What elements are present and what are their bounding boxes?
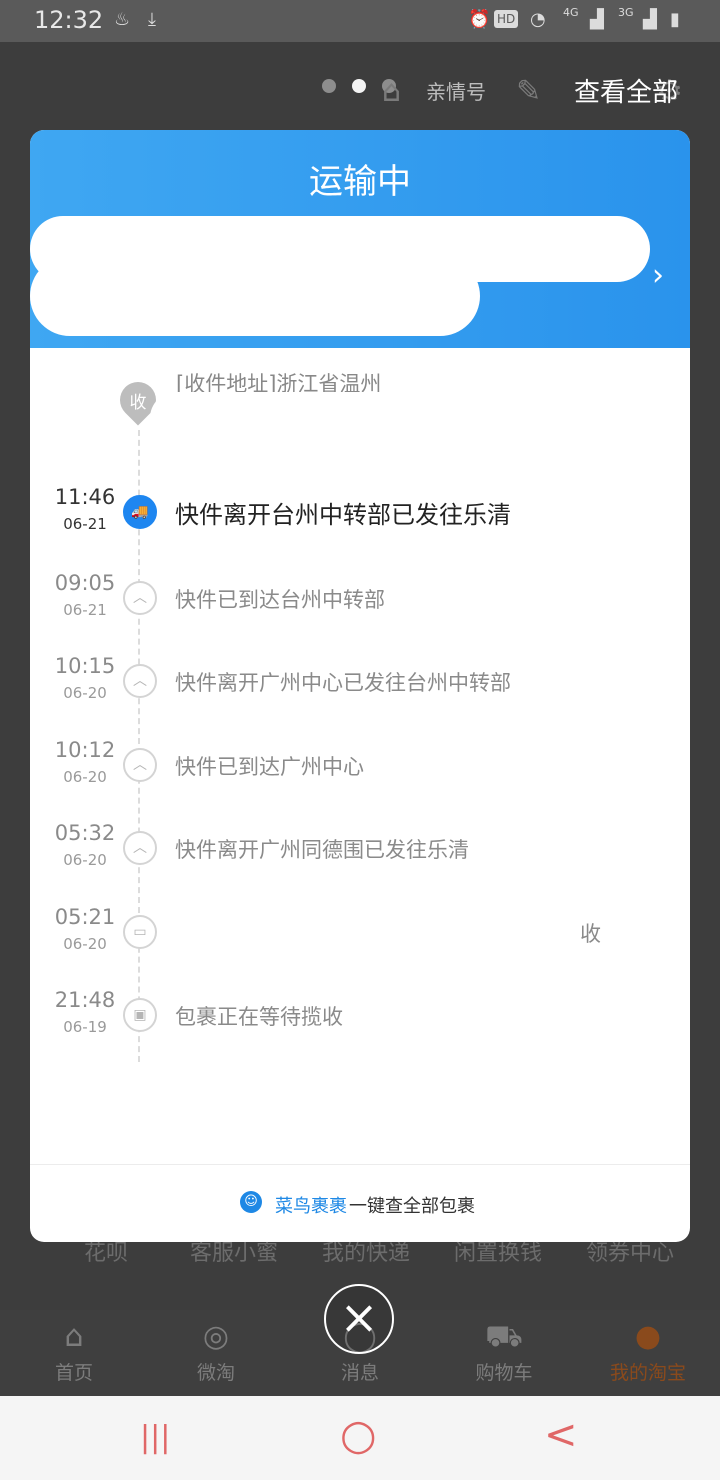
event-text: 收 xyxy=(580,922,601,946)
tab-label: 首页 xyxy=(54,1362,93,1384)
carousel-dot xyxy=(322,79,336,93)
package-icon: ▣ xyxy=(123,998,157,1032)
event-date: 06-20 xyxy=(63,768,107,786)
timeline-event: 10:12 06-20 ︿ 快件已到达广州中心 xyxy=(30,738,690,798)
redacted-area xyxy=(170,904,580,962)
timeline-event: 11:46 06-21 🚚 快件离开台州中转部已发往乐清 xyxy=(30,485,690,545)
tab-weitao[interactable]: ◎ 微淘 xyxy=(166,1316,266,1385)
footer-text: 一键查全部包裹 xyxy=(349,1196,475,1217)
wifi-icon: ◔ xyxy=(530,9,546,30)
system-nav-bar: ||| ○ < xyxy=(0,1396,720,1480)
event-text: 快件离开台州中转部已发往乐清 xyxy=(175,501,511,529)
battery-icon: ▮ xyxy=(670,9,680,30)
notification-icon: ♨ xyxy=(114,9,131,30)
event-date: 06-20 xyxy=(63,684,107,702)
footer-divider xyxy=(30,1164,690,1165)
chevron-up-icon: ︿ xyxy=(123,664,157,698)
event-time: 10:15 xyxy=(54,654,116,678)
truck-small-icon: ▭ xyxy=(123,915,157,949)
event-text: 快件离开广州中心已发往台州中转部 xyxy=(175,671,511,695)
tab-cart[interactable]: ⛟ 购物车 xyxy=(454,1316,554,1385)
palette-icon[interactable]: ✎ xyxy=(516,74,541,109)
status-bar: 12:32 ♨ ⤓ ⏰ HD ◔ 4G ▟ 3G ▟ ▮ xyxy=(0,0,720,42)
download-icon: ⤓ xyxy=(148,9,156,30)
timeline-event: 10:15 06-20 ︿ 快件离开广州中心已发往台州中转部 xyxy=(30,654,690,714)
event-date: 06-21 xyxy=(63,515,107,533)
timeline-event: 09:05 06-21 ︿ 快件已到达台州中转部 xyxy=(30,571,690,631)
signal-3g-icon: ▟ xyxy=(643,9,657,30)
modal-title: 运输中 xyxy=(309,162,411,202)
signal-3g-label: 3G xyxy=(618,6,634,19)
user-icon: ● xyxy=(634,1319,662,1354)
timeline-event: 21:48 06-19 ▣ 包裹正在等待揽收 xyxy=(30,988,690,1048)
event-date: 06-20 xyxy=(63,851,107,869)
timeline-event: 05:32 06-20 ︿ 快件离开广州同德围已发往乐清 xyxy=(30,821,690,881)
cainiao-link[interactable]: 菜鸟裹裹 xyxy=(275,1192,347,1218)
event-time: 11:46 xyxy=(54,485,116,509)
carousel-dot-active xyxy=(352,79,366,93)
event-date: 06-19 xyxy=(63,1018,107,1036)
event-time: 09:05 xyxy=(54,571,116,595)
cart-icon: ⛟ xyxy=(485,1319,523,1354)
chevron-up-icon: ︿ xyxy=(123,831,157,865)
alarm-icon: ⏰ xyxy=(468,9,491,30)
truck-icon: 🚚 xyxy=(123,495,157,529)
chevron-up-icon: ︿ xyxy=(123,748,157,782)
chevron-up-icon: ︿ xyxy=(123,581,157,615)
event-time: 21:48 xyxy=(54,988,116,1012)
event-date: 06-21 xyxy=(63,601,107,619)
event-time: 10:12 xyxy=(54,738,116,762)
tab-my-taobao[interactable]: ● 我的淘宝 xyxy=(598,1316,698,1385)
redacted-area xyxy=(30,256,480,336)
weitao-icon: ◎ xyxy=(202,1319,230,1354)
event-text: 快件已到达台州中转部 xyxy=(175,588,385,612)
clock: 12:32 xyxy=(34,6,104,34)
tab-label: 消息 xyxy=(340,1362,379,1384)
home-icon: ⌂ xyxy=(64,1319,84,1354)
event-text: 包裹正在等待揽收 xyxy=(175,1005,343,1029)
hd-icon: HD xyxy=(494,10,519,28)
signal-4g-icon: ▟ xyxy=(590,9,604,30)
event-date: 06-20 xyxy=(63,935,107,953)
tab-home[interactable]: ⌂ 首页 xyxy=(24,1316,124,1385)
heart-house-icon: ⌂ xyxy=(382,74,402,109)
chevron-right-icon[interactable]: › xyxy=(652,258,664,293)
redacted-area xyxy=(150,392,690,444)
event-text: 快件离开广州同德围已发往乐清 xyxy=(175,838,469,862)
recent-apps-icon[interactable]: ||| xyxy=(140,1420,170,1455)
home-button-icon[interactable]: ○ xyxy=(340,1410,377,1459)
modal-header: 运输中 › xyxy=(30,130,690,348)
tab-label: 微淘 xyxy=(196,1362,235,1384)
logistics-modal: 运输中 › 收 [收件地址]浙江省温州 11:46 06-21 🚚 快件离开台州… xyxy=(30,130,690,1242)
cainiao-logo-icon: ☺ xyxy=(240,1191,262,1213)
tab-label: 购物车 xyxy=(475,1362,533,1384)
event-time: 05:21 xyxy=(54,905,116,929)
close-button[interactable]: × xyxy=(324,1284,394,1354)
signal-4g-label: 4G xyxy=(563,6,579,19)
view-all-button[interactable]: 查看全部 xyxy=(574,72,678,109)
event-time: 05:32 xyxy=(54,821,116,845)
back-icon[interactable]: < xyxy=(544,1412,578,1458)
tab-label: 我的淘宝 xyxy=(609,1362,686,1384)
event-text: 快件已到达广州中心 xyxy=(175,755,364,779)
